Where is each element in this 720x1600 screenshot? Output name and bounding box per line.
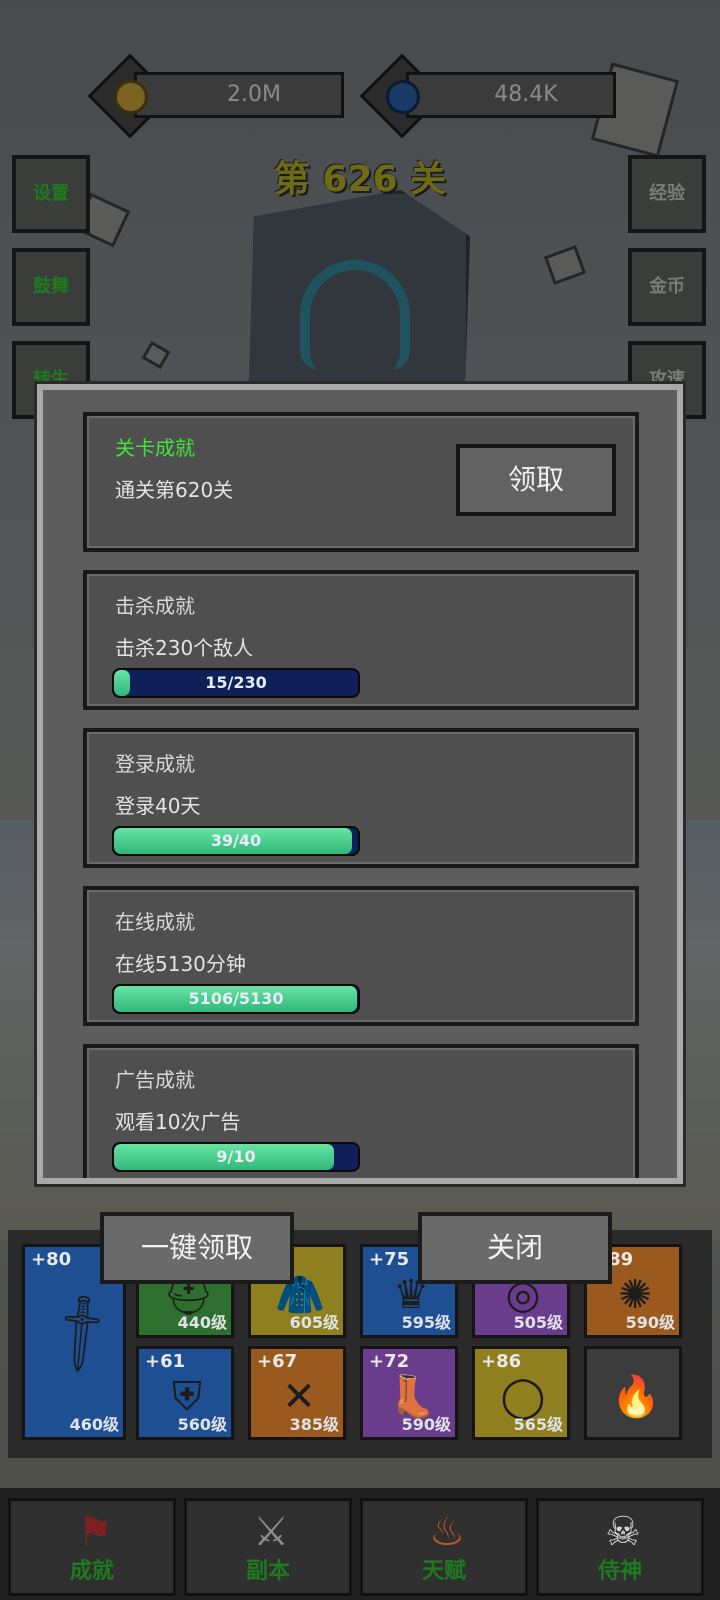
exp-boost-button[interactable]: 经验	[628, 155, 706, 233]
equip-slot-ring[interactable]: +86 ◯ 565级	[472, 1346, 570, 1440]
achievement-title: 广告成就	[115, 1068, 195, 1092]
achievement-card-ads: 广告成就 观看10次广告 9/10	[83, 1044, 639, 1178]
slot-plus: +67	[257, 1351, 298, 1372]
slot-level: 440级	[177, 1313, 227, 1332]
slot-level: 590级	[401, 1415, 451, 1434]
slot-plus: +86	[481, 1351, 522, 1372]
slot-level: 560级	[177, 1415, 227, 1434]
achievement-modal: 关卡成就 通关第620关 领取 击杀成就 击杀230个敌人 15/230 登录成…	[37, 384, 683, 1184]
achievement-card-online: 在线成就 在线5130分钟 5106/5130	[83, 886, 639, 1026]
achievement-desc: 在线5130分钟	[115, 952, 246, 976]
equip-slot-belt[interactable]: +67 ✕ 385级	[248, 1346, 346, 1440]
slot-plus: +75	[369, 1249, 410, 1270]
equip-slot-shield[interactable]: +61 ⛨ 560级	[136, 1346, 234, 1440]
gold-coin-icon	[114, 80, 148, 114]
claim-all-button[interactable]: 一键领取	[100, 1212, 294, 1284]
sword-icon: ⚔	[253, 1509, 289, 1555]
gold-boost-button[interactable]: 金币	[628, 248, 706, 326]
banner-icon: ⚑	[77, 1509, 113, 1555]
slot-level: 565级	[513, 1415, 563, 1434]
stage-title: 第 626 关	[273, 159, 447, 200]
bottom-nav: ⚑ 成就 ⚔ 副本 ♨ 天赋 ☠ 侍神	[0, 1488, 720, 1600]
tab-talent[interactable]: ♨ 天赋	[360, 1498, 528, 1596]
soul-currency: 48.4K	[359, 53, 616, 139]
tab-label: 侍神	[597, 1559, 642, 1584]
progress-label: 39/40	[210, 831, 262, 850]
achievement-desc: 观看10次广告	[115, 1110, 241, 1134]
achievement-card-stage: 关卡成就 通关第620关 领取	[83, 412, 639, 552]
slot-plus: +61	[145, 1351, 186, 1372]
slot-level: 460级	[69, 1415, 119, 1434]
tab-label: 天赋	[421, 1559, 466, 1584]
skull-icon: ☠	[605, 1509, 641, 1555]
achievement-desc: 击杀230个敌人	[115, 636, 254, 660]
achievement-desc: 登录40天	[115, 794, 201, 818]
slot-plus: +80	[31, 1249, 72, 1270]
tab-dungeon[interactable]: ⚔ 副本	[184, 1498, 352, 1596]
progress-bar: 5106/5130	[112, 984, 360, 1014]
achievement-title: 关卡成就	[115, 436, 195, 460]
achievement-desc: 通关第620关	[115, 478, 234, 502]
achievement-title: 在线成就	[115, 910, 195, 934]
progress-label: 9/10	[216, 1147, 256, 1166]
inspire-button[interactable]: 鼓舞	[12, 248, 90, 326]
sword-icon: 🗡	[33, 1285, 130, 1381]
achievement-title: 登录成就	[115, 752, 195, 776]
soul-amount: 48.4K	[406, 72, 616, 118]
equip-slot-flame[interactable]: 🔥	[584, 1346, 682, 1440]
settings-button[interactable]: 设置	[12, 155, 90, 233]
tab-label: 成就	[69, 1559, 114, 1584]
progress-bar: 9/10	[112, 1142, 360, 1172]
tab-shikigami[interactable]: ☠ 侍神	[536, 1498, 704, 1596]
flame-icon: 🔥	[611, 1374, 661, 1420]
gold-amount: 2.0M	[134, 72, 344, 118]
achievement-card-login: 登录成就 登录40天 39/40	[83, 728, 639, 868]
close-button[interactable]: 关闭	[418, 1212, 612, 1284]
slot-level: 595级	[401, 1313, 451, 1332]
tab-label: 副本	[245, 1559, 290, 1584]
tab-achievements[interactable]: ⚑ 成就	[8, 1498, 176, 1596]
equip-slot-boot[interactable]: +72 👢 590级	[360, 1346, 458, 1440]
achievement-card-kill: 击杀成就 击杀230个敌人 15/230	[83, 570, 639, 710]
achievement-title: 击杀成就	[115, 594, 195, 618]
progress-label: 5106/5130	[188, 989, 284, 1008]
progress-bar: 39/40	[112, 826, 360, 856]
slot-level: 505级	[513, 1313, 563, 1332]
claim-button[interactable]: 领取	[456, 444, 616, 516]
slot-level: 605级	[289, 1313, 339, 1332]
slot-level: 590级	[625, 1313, 675, 1332]
progress-label: 15/230	[205, 673, 267, 692]
fire-icon: ♨	[429, 1509, 465, 1555]
progress-bar: 15/230	[112, 668, 360, 698]
slot-plus: +72	[369, 1351, 410, 1372]
slot-level: 385级	[289, 1415, 339, 1434]
soul-orb-icon	[386, 80, 420, 114]
gold-currency: 2.0M	[87, 53, 344, 139]
